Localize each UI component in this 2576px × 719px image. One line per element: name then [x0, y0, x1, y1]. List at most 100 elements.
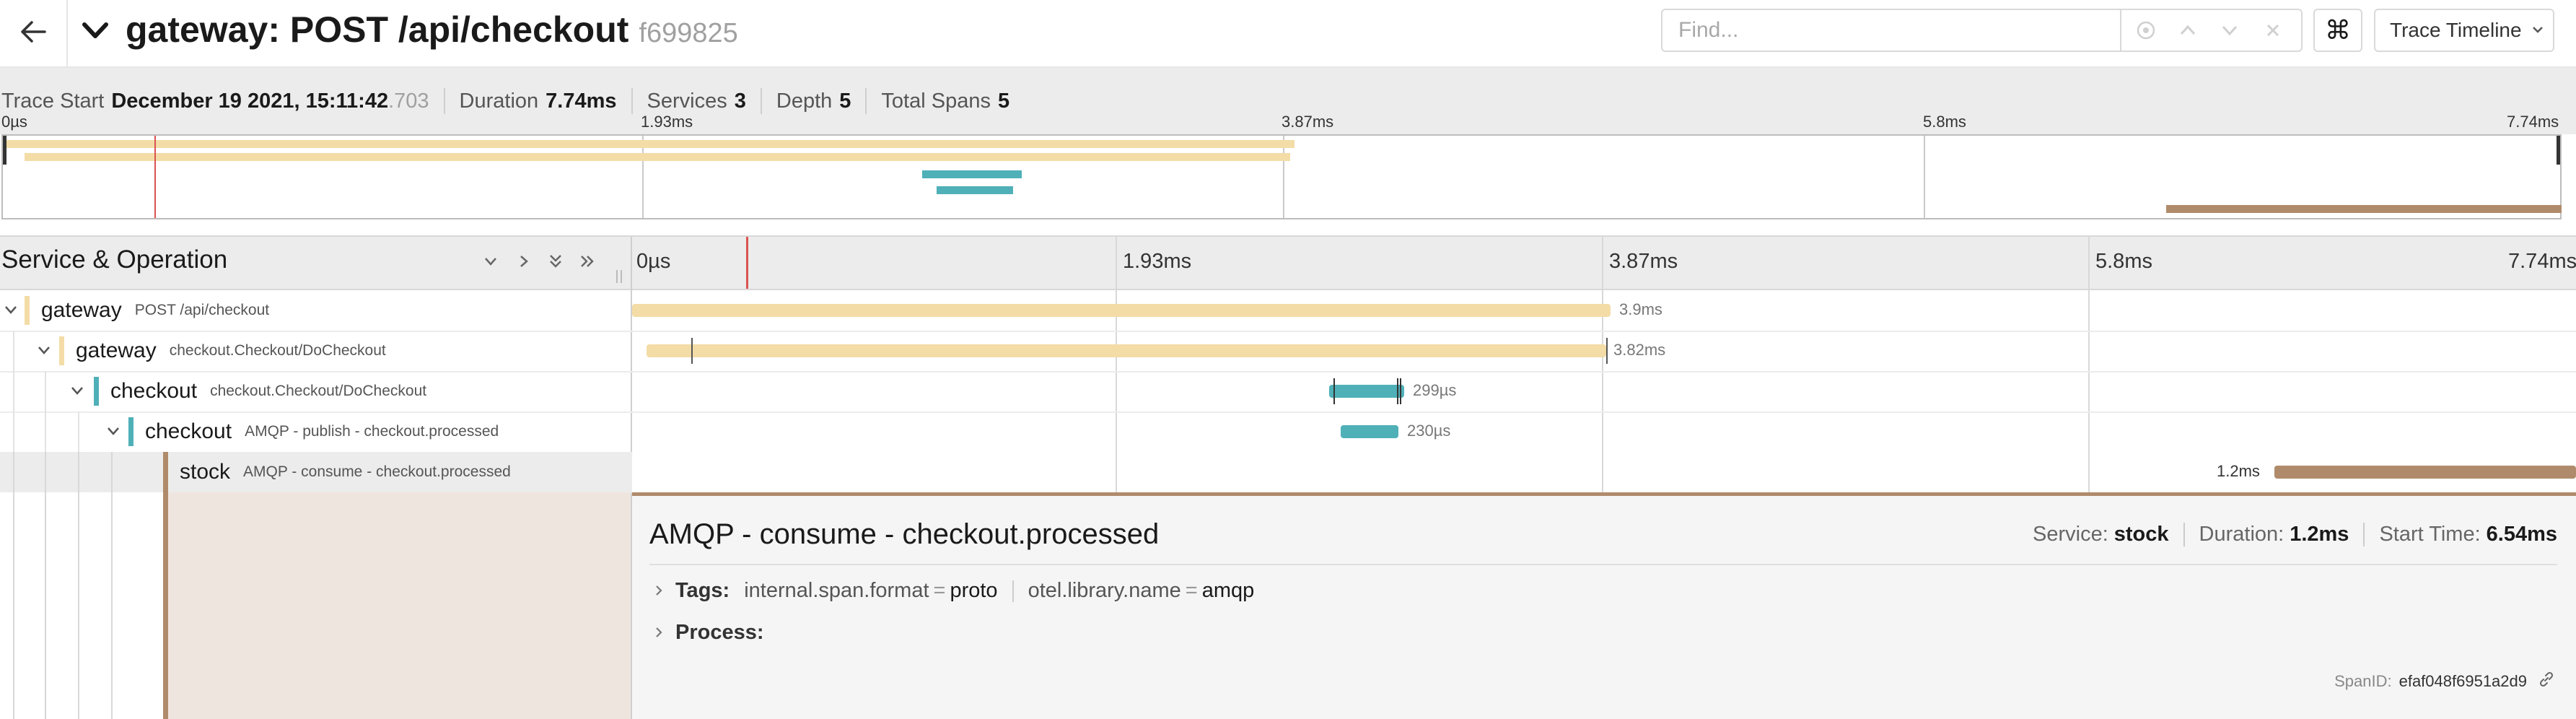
back-button[interactable] [0, 0, 68, 66]
spanid-value: efaf048f6951a2d9 [2398, 672, 2527, 690]
chevron-down-icon[interactable] [0, 299, 22, 321]
minimap-right-handle[interactable] [2557, 136, 2560, 165]
find-box [1661, 9, 2303, 52]
chevron-down-icon[interactable] [66, 380, 88, 401]
span-row[interactable]: gateway POST /api/checkout 3.9ms [0, 290, 2576, 332]
tag-key: otel.library.name [1028, 579, 1181, 602]
service-color-bar [94, 377, 99, 406]
chevron-down-icon[interactable] [102, 420, 124, 442]
minimap-gridline [1283, 136, 1284, 218]
minimap-canvas[interactable] [1, 134, 2562, 219]
span-bar[interactable] [632, 304, 1611, 317]
span-row[interactable]: gateway checkout.Checkout/DoCheckout 3.8… [0, 331, 2576, 372]
detail-duration-label: Duration: [2199, 523, 2284, 546]
expand-all-icon[interactable] [574, 248, 600, 274]
process-label: Process: [675, 621, 764, 644]
service-name: checkout [110, 379, 198, 403]
collapse-all-icon[interactable] [543, 248, 569, 274]
minimap-tick: 0µs [1, 113, 27, 131]
operation-name: POST /api/checkout [134, 302, 270, 318]
operation-name: checkout.Checkout/DoCheckout [210, 383, 427, 399]
span-bar[interactable] [647, 344, 1606, 357]
minimap-span-bar [3, 140, 1294, 148]
detail-meta: Service: stock Duration: 1.2ms Start Time:… [2018, 523, 2557, 546]
span-name[interactable]: gateway checkout.Checkout/DoCheckout [59, 331, 386, 371]
tree-guide-line [78, 452, 79, 492]
service-operation-label: Service & Operation [1, 245, 228, 274]
timeline-cursor-line [746, 237, 748, 289]
detail-start-value: 6.54ms [2486, 523, 2557, 546]
minimap-span-bar [2166, 205, 2562, 213]
view-select[interactable]: Trace Timeline [2374, 9, 2554, 52]
trace-total-spans: Total Spans 5 [867, 88, 1024, 114]
minimap-tick: 5.8ms [1923, 113, 1966, 131]
span-row-selected[interactable]: stock AMQP - consume - checkout.processe… [0, 452, 2576, 494]
link-icon[interactable] [2537, 670, 2556, 693]
column-resizer[interactable] [621, 270, 622, 283]
chevron-right-icon[interactable] [652, 579, 665, 603]
trace-id: f699825 [639, 18, 738, 48]
timeline-tick: 3.87ms [1609, 250, 1678, 273]
tags-section[interactable]: Tags: internal.span.format = proto otel.li… [652, 579, 1254, 603]
minimap-span-bar [937, 186, 1013, 194]
chevron-down-icon[interactable] [33, 339, 55, 361]
collapse-title-chevron-icon[interactable] [81, 16, 110, 48]
span-name[interactable]: gateway POST /api/checkout [25, 290, 269, 331]
timeline-tick: 7.74ms [2508, 250, 2576, 273]
keyboard-shortcuts-button[interactable]: ⌘ [2313, 9, 2362, 52]
minimap-left-handle[interactable] [3, 136, 6, 165]
span-row[interactable]: checkout checkout.Checkout/DoCheckout 29… [0, 371, 2576, 413]
span-name[interactable]: checkout checkout.Checkout/DoCheckout [94, 371, 426, 411]
chevron-up-icon[interactable] [2173, 16, 2202, 45]
trace-start-label: Trace Start [1, 89, 105, 113]
service-color-bar [163, 452, 168, 492]
minimap-tick: 3.87ms [1282, 113, 1334, 131]
duration-label: Duration [459, 89, 539, 113]
process-section[interactable]: Process: [652, 621, 764, 645]
operation-name: AMQP - publish - checkout.processed [245, 423, 499, 440]
chevron-down-icon[interactable] [2215, 16, 2244, 45]
close-icon[interactable] [2259, 16, 2287, 45]
collapse-one-icon[interactable] [478, 248, 504, 274]
uiFind-target-icon[interactable] [2132, 16, 2160, 45]
span-log-tick [1606, 338, 1608, 364]
find-input[interactable] [1662, 10, 2121, 51]
span-duration: 1.2ms [2217, 462, 2260, 480]
span-row[interactable]: checkout AMQP - publish - checkout.proce… [0, 411, 2576, 453]
tag-value: proto [950, 579, 998, 602]
span-log-tick [1397, 378, 1398, 404]
timeline-gridline [2088, 452, 2090, 492]
trace-services: Services 3 [633, 88, 762, 114]
span-bar[interactable] [1341, 425, 1398, 438]
detail-divider [649, 564, 2557, 565]
span-bar[interactable] [2274, 466, 2576, 479]
chevron-right-icon[interactable] [652, 621, 665, 645]
span-bar[interactable] [1329, 385, 1404, 398]
arrow-left-icon [20, 20, 46, 47]
total-spans-value: 5 [997, 89, 1010, 113]
expand-one-icon[interactable] [511, 248, 537, 274]
tree-guide-line [13, 452, 14, 492]
operation-name: checkout.Checkout/DoCheckout [169, 342, 386, 359]
detail-start-time: Start Time: 6.54ms [2365, 523, 2557, 546]
timeline-gridline [1602, 452, 1603, 492]
minimap-span-bar [25, 153, 1290, 161]
span-name[interactable]: stock AMQP - consume - checkout.processe… [163, 452, 511, 492]
services-label: Services [647, 89, 727, 113]
trace-start-value: December 19 2021, 15:11:42.703 [111, 90, 429, 113]
trace-start: Trace Start December 19 2021, 15:11:42.70… [0, 88, 445, 114]
services-value: 3 [734, 89, 746, 113]
span-log-tick [1333, 378, 1335, 404]
tree-guide-line [13, 331, 14, 371]
detail-duration: Duration: 1.2ms [2185, 523, 2365, 546]
service-name: gateway [41, 298, 122, 322]
trace-duration: Duration 7.74ms [445, 88, 633, 114]
selected-span-name-fill [168, 492, 631, 719]
span-name[interactable]: checkout AMQP - publish - checkout.proce… [128, 411, 499, 452]
timeline-header [0, 235, 2576, 290]
service-color-bar [59, 336, 64, 365]
column-resizer[interactable] [616, 270, 618, 283]
tree-guide-line [45, 411, 46, 452]
detail-title: AMQP - consume - checkout.processed [649, 518, 1160, 550]
command-key-icon: ⌘ [2325, 15, 2351, 45]
